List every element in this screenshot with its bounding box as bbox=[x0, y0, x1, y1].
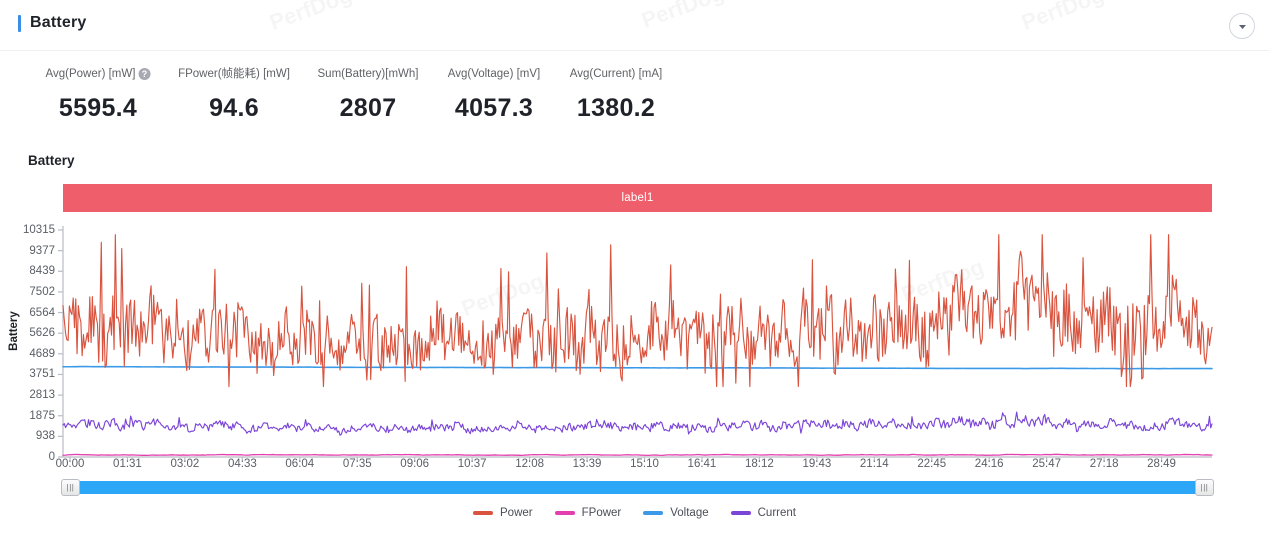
legend-swatch-icon bbox=[643, 511, 664, 515]
x-axis-tick-label: 09:06 bbox=[400, 458, 430, 470]
stat-label-text: Avg(Voltage) [mV] bbox=[447, 68, 541, 80]
x-axis-tick-labels: 00:00 01:31 03:02 04:33 06:04 07:35 09:06 10:37… bbox=[0, 458, 1269, 478]
stat-label: Avg(Voltage) [mV] bbox=[448, 66, 540, 82]
stat-avg-current: Avg(Current) [mA] 1380.2 bbox=[570, 66, 662, 122]
stat-label-text: FPower(帧能耗) [mW] bbox=[178, 68, 290, 80]
x-axis-tick-label: 13:39 bbox=[572, 458, 602, 470]
chart-section-title: Battery bbox=[28, 153, 75, 168]
x-axis-tick-label: 10:37 bbox=[457, 458, 487, 470]
series-line-current bbox=[62, 411, 1213, 436]
battery-chart: label1 Battery 10315 9377 8439 7502 6564 5626… bbox=[0, 175, 1269, 545]
legend-item-fpower[interactable]: FPower bbox=[554, 507, 622, 519]
chart-legend: Power FPower Voltage Current bbox=[0, 507, 1269, 519]
battery-page: PerfDog PerfDog PerfDog PerfDog PerfDog … bbox=[0, 0, 1269, 545]
slider-track[interactable] bbox=[63, 481, 1212, 494]
chart-canvas[interactable] bbox=[0, 175, 1269, 485]
plot-area: Battery 10315 9377 8439 7502 6564 5626 4689 375… bbox=[0, 175, 1269, 485]
help-circle-icon[interactable]: ? bbox=[138, 68, 151, 80]
slider-handle-right[interactable]: ||| bbox=[1195, 479, 1214, 496]
page-header: Battery bbox=[0, 0, 1269, 51]
x-axis-tick-label: 00:00 bbox=[55, 458, 85, 470]
drag-handle-icon: ||| bbox=[1200, 482, 1209, 492]
slider-handle-left[interactable]: ||| bbox=[61, 479, 80, 496]
x-axis-tick-label: 06:04 bbox=[285, 458, 315, 470]
legend-label: Voltage bbox=[670, 507, 709, 519]
legend-item-voltage[interactable]: Voltage bbox=[643, 507, 709, 519]
stat-avg-voltage: Avg(Voltage) [mV] 4057.3 bbox=[448, 66, 540, 122]
chevron-down-icon bbox=[1238, 24, 1246, 29]
x-axis-tick-label: 27:18 bbox=[1089, 458, 1119, 470]
legend-label: Current bbox=[757, 507, 796, 519]
x-axis-tick-label: 04:33 bbox=[227, 458, 257, 470]
x-axis-tick-label: 18:12 bbox=[745, 458, 774, 470]
x-axis-tick-label: 03:02 bbox=[170, 458, 200, 470]
stat-value: 4057.3 bbox=[454, 94, 534, 122]
stat-label-text: Sum(Battery)[mWh] bbox=[317, 68, 419, 80]
x-axis-tick-label: 21:14 bbox=[859, 458, 889, 470]
series-line-voltage bbox=[62, 365, 1213, 370]
stat-value: 5595.4 bbox=[58, 94, 138, 122]
stat-label: Avg(Power) [mW] ? bbox=[46, 66, 151, 82]
stat-label-text: Avg(Power) [mW] bbox=[45, 68, 136, 80]
stat-value: 2807 bbox=[339, 94, 397, 122]
page-title: Battery bbox=[30, 14, 87, 31]
stat-label: FPower(帧能耗) [mW] bbox=[178, 66, 290, 82]
page-title-group: Battery bbox=[18, 14, 87, 32]
drag-handle-icon: ||| bbox=[66, 482, 75, 492]
legend-swatch-icon bbox=[730, 511, 751, 515]
legend-swatch-icon bbox=[554, 511, 575, 515]
legend-item-power[interactable]: Power bbox=[473, 507, 533, 519]
x-axis-tick-label: 07:35 bbox=[342, 458, 372, 470]
collapse-panel-button[interactable] bbox=[1229, 13, 1255, 39]
stat-label-text: Avg(Current) [mA] bbox=[569, 68, 663, 80]
stat-fpower: FPower(帧能耗) [mW] 94.6 bbox=[178, 66, 290, 122]
summary-stats: Avg(Power) [mW] ? 5595.4 FPower(帧能耗) [mW… bbox=[0, 62, 1269, 140]
x-axis-tick-label: 24:16 bbox=[974, 458, 1004, 470]
stat-avg-power: Avg(Power) [mW] ? 5595.4 bbox=[46, 66, 151, 122]
x-axis-tick-label: 01:31 bbox=[113, 458, 142, 470]
title-accent-bar bbox=[18, 14, 21, 32]
x-axis-tick-label: 22:45 bbox=[917, 458, 947, 470]
x-axis-tick-label: 25:47 bbox=[1032, 458, 1062, 470]
x-axis-tick-label: 12:08 bbox=[515, 458, 544, 470]
stat-value: 1380.2 bbox=[576, 94, 656, 122]
legend-label: Power bbox=[500, 507, 533, 519]
stat-label: Sum(Battery)[mWh] bbox=[318, 66, 419, 82]
legend-item-current[interactable]: Current bbox=[730, 507, 796, 519]
legend-swatch-icon bbox=[473, 511, 494, 515]
x-axis-tick-label: 15:10 bbox=[630, 458, 659, 470]
series-line-power bbox=[62, 234, 1213, 388]
x-axis-tick-label: 16:41 bbox=[687, 458, 717, 470]
legend-label: FPower bbox=[581, 507, 622, 519]
x-axis-tick-label: 28:49 bbox=[1147, 458, 1176, 470]
stat-sum-battery: Sum(Battery)[mWh] 2807 bbox=[318, 66, 419, 122]
stat-label: Avg(Current) [mA] bbox=[570, 66, 662, 82]
x-axis-tick-label: 19:43 bbox=[802, 458, 832, 470]
stat-value: 94.6 bbox=[209, 94, 259, 122]
time-range-slider[interactable]: ||| ||| bbox=[61, 479, 1214, 496]
series-line-fpower bbox=[62, 453, 1213, 457]
